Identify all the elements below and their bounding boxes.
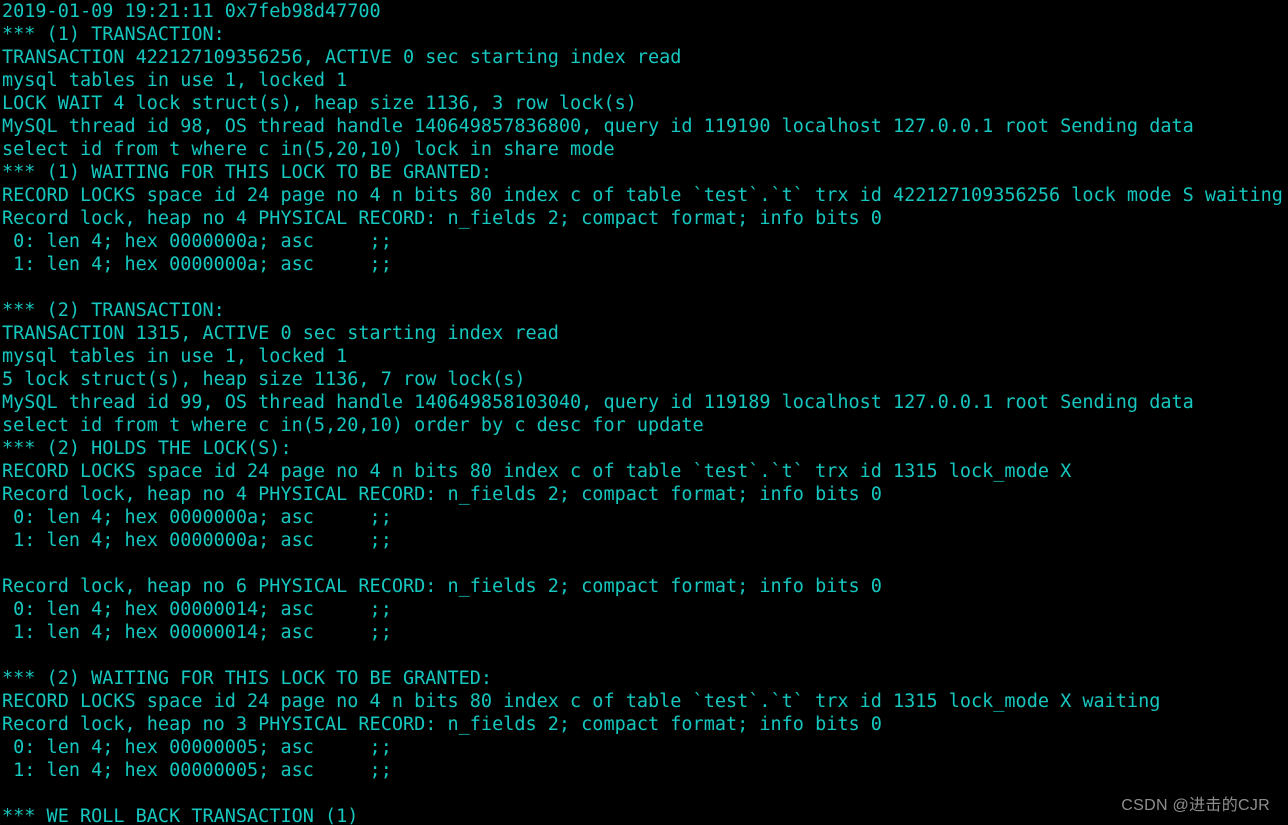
terminal-output: 2019-01-09 19:21:11 0x7feb98d47700 *** (…: [0, 0, 1288, 825]
